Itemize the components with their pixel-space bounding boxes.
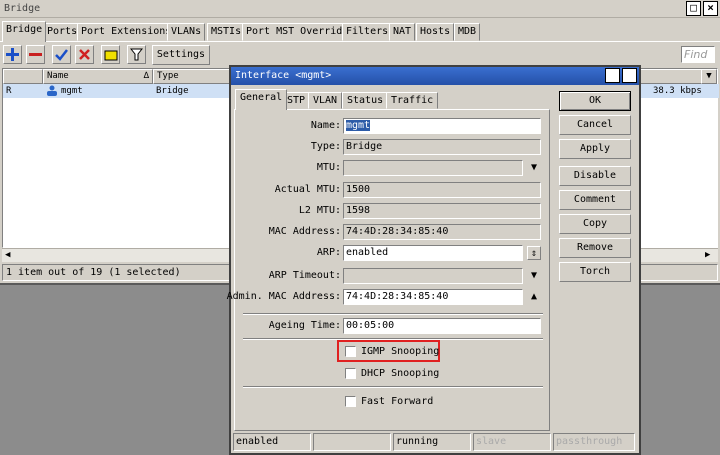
tab-port-mst-overrides[interactable]: Port MST Overrides bbox=[242, 23, 359, 41]
bridge-row-icon bbox=[46, 85, 58, 101]
close-icon[interactable]: × bbox=[703, 1, 718, 16]
ageing-time-label: Ageing Time: bbox=[268, 320, 341, 331]
igmp-snooping-checkbox[interactable] bbox=[345, 346, 356, 357]
plus-icon bbox=[6, 48, 19, 61]
disable-button[interactable] bbox=[75, 45, 94, 64]
separator bbox=[243, 386, 543, 388]
status-passthrough: passthrough bbox=[553, 433, 635, 451]
l2-mtu-label: L2 MTU: bbox=[298, 205, 341, 216]
igmp-snooping-label: IGMP Snooping bbox=[361, 346, 440, 357]
fast-forward-label: Fast Forward bbox=[361, 396, 434, 407]
find-input[interactable]: Find bbox=[681, 46, 715, 63]
row-type: Bridge bbox=[156, 86, 189, 96]
mtu-label: MTU: bbox=[316, 162, 341, 173]
mtu-dropdown-icon[interactable]: ▼ bbox=[527, 161, 541, 175]
comment-button[interactable] bbox=[101, 45, 120, 64]
apply-button[interactable]: Apply bbox=[559, 139, 631, 159]
tab-filters[interactable]: Filters bbox=[342, 23, 393, 41]
mac-address-field: 74:4D:28:34:85:40 bbox=[343, 224, 541, 240]
interface-dialog: Interface <mgmt> □ × General STP VLAN St… bbox=[227, 65, 641, 455]
admin-mac-field[interactable]: 74:4D:28:34:85:40 bbox=[343, 289, 523, 305]
filter-icon bbox=[130, 48, 143, 61]
l2-mtu-field: 1598 bbox=[343, 203, 541, 219]
actual-mtu-field: 1500 bbox=[343, 182, 541, 198]
arp-timeout-field[interactable] bbox=[343, 268, 523, 284]
row-rate: 38.3 kbps bbox=[653, 86, 702, 96]
arp-label: ARP: bbox=[316, 247, 341, 258]
row-name: mgmt bbox=[61, 86, 83, 96]
sort-arrow-icon: ∆ bbox=[143, 71, 149, 81]
bridge-toolbar: Settings Find bbox=[0, 41, 720, 67]
tab-hosts[interactable]: Hosts bbox=[416, 23, 455, 41]
dhcp-snooping-label: DHCP Snooping bbox=[361, 368, 440, 379]
x-mark-icon bbox=[79, 49, 90, 60]
tab-vlans[interactable]: VLANs bbox=[167, 23, 206, 41]
status-empty bbox=[313, 433, 391, 451]
torch-button[interactable]: Torch bbox=[559, 262, 631, 282]
column-header-flags[interactable] bbox=[3, 69, 43, 84]
column-header-name[interactable]: Name ∆ bbox=[43, 69, 153, 84]
dialog-title: Interface <mgmt> bbox=[235, 70, 332, 81]
mtu-field[interactable] bbox=[343, 160, 523, 176]
add-button[interactable] bbox=[3, 45, 22, 64]
comment-button[interactable]: Comment bbox=[559, 190, 631, 210]
arp-select[interactable]: enabled bbox=[343, 245, 523, 261]
tab-ports[interactable]: Ports bbox=[43, 23, 82, 41]
type-label: Type: bbox=[310, 141, 341, 152]
bridge-title-bar: Bridge □ × bbox=[0, 0, 720, 18]
filter-button[interactable] bbox=[127, 45, 146, 64]
dhcp-snooping-checkbox[interactable] bbox=[345, 368, 356, 379]
maximize-icon[interactable]: □ bbox=[686, 1, 701, 16]
admin-mac-collapse-icon[interactable]: ▲ bbox=[527, 290, 541, 304]
dialog-close-icon[interactable]: × bbox=[622, 68, 637, 83]
tab-traffic[interactable]: Traffic bbox=[386, 92, 439, 109]
tab-status[interactable]: Status bbox=[342, 92, 389, 109]
disable-button[interactable]: Disable bbox=[559, 166, 631, 186]
status-enabled: enabled bbox=[233, 433, 311, 451]
actual-mtu-label: Actual MTU: bbox=[274, 184, 341, 195]
name-field[interactable]: mgmt bbox=[343, 118, 541, 134]
name-value: mgmt bbox=[346, 120, 371, 131]
scroll-right-icon[interactable]: ▶ bbox=[705, 250, 710, 260]
checkmark-icon bbox=[55, 49, 68, 61]
remove-button[interactable]: Remove bbox=[559, 238, 631, 258]
column-header-name-label: Name bbox=[47, 71, 69, 81]
bridge-window-title: Bridge bbox=[4, 3, 41, 14]
ageing-time-field[interactable]: 00:05:00 bbox=[343, 318, 541, 334]
arp-timeout-label: ARP Timeout: bbox=[268, 270, 341, 281]
minus-icon bbox=[29, 53, 42, 56]
tab-mstis[interactable]: MSTIs bbox=[207, 23, 246, 41]
dialog-title-bar: Interface <mgmt> □ × bbox=[231, 67, 639, 85]
column-menu-icon[interactable]: ▼ bbox=[701, 69, 717, 84]
tab-general[interactable]: General bbox=[235, 89, 288, 110]
ok-button[interactable]: OK bbox=[559, 91, 631, 111]
status-running: running bbox=[393, 433, 471, 451]
copy-button[interactable]: Copy bbox=[559, 214, 631, 234]
cancel-button[interactable]: Cancel bbox=[559, 115, 631, 135]
row-flag: R bbox=[6, 86, 12, 96]
tab-vlan[interactable]: VLAN bbox=[308, 92, 343, 109]
enable-button[interactable] bbox=[52, 45, 71, 64]
status-slave: slave bbox=[473, 433, 551, 451]
admin-mac-label: Admin. MAC Address: bbox=[226, 291, 341, 302]
scroll-left-icon[interactable]: ◀ bbox=[5, 250, 10, 260]
arp-timeout-dropdown-icon[interactable]: ▼ bbox=[527, 269, 541, 283]
separator bbox=[243, 313, 543, 315]
name-label: Name: bbox=[310, 120, 341, 131]
settings-button[interactable]: Settings bbox=[152, 45, 210, 65]
tab-mdb[interactable]: MDB bbox=[454, 23, 481, 41]
general-panel: Name: mgmt Type: Bridge MTU: ▼ Actual MT… bbox=[227, 109, 550, 431]
column-header-rate[interactable] bbox=[639, 69, 703, 84]
tab-nat[interactable]: NAT bbox=[389, 23, 416, 41]
remove-button[interactable] bbox=[26, 45, 45, 64]
comment-icon bbox=[104, 50, 117, 60]
tab-port-extensions[interactable]: Port Extensions bbox=[77, 23, 176, 41]
type-field: Bridge bbox=[343, 139, 541, 155]
tab-bridge[interactable]: Bridge bbox=[2, 21, 47, 42]
mac-address-label: MAC Address: bbox=[268, 226, 341, 237]
column-header-type[interactable]: Type bbox=[153, 69, 233, 84]
fast-forward-checkbox[interactable] bbox=[345, 396, 356, 407]
dialog-maximize-icon[interactable]: □ bbox=[605, 68, 620, 83]
arp-dropdown-icon[interactable]: ⇕ bbox=[527, 246, 541, 260]
